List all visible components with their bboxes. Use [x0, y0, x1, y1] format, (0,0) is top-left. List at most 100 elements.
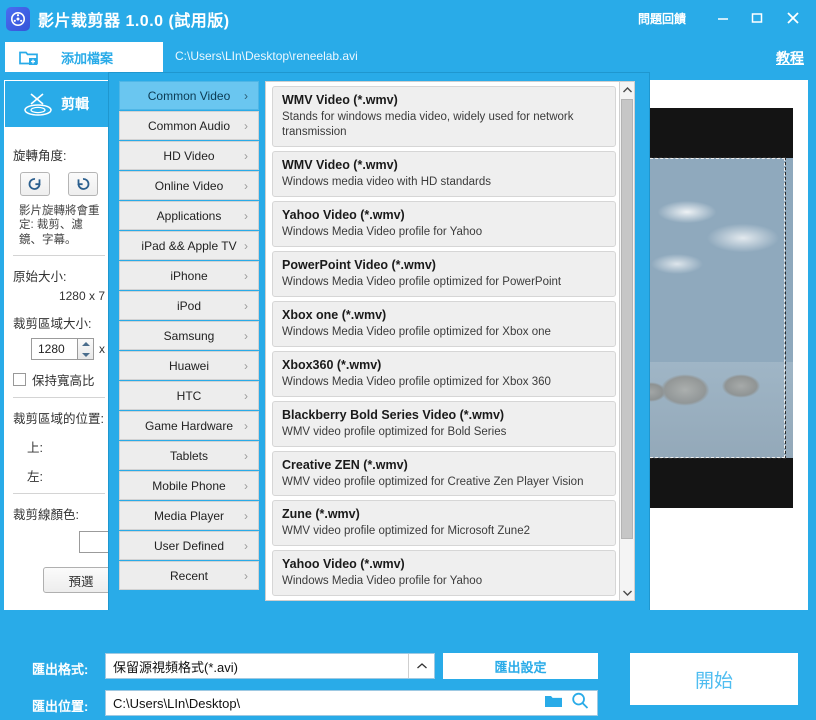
application-window: 影片裁剪器 1.0.0 (試用版) 問題回饋 添加檔案 C:\Users\LIn… — [0, 0, 816, 720]
format-item-title: Xbox one (*.wmv) — [282, 307, 387, 322]
format-item-description: Windows Media Video profile optimized fo… — [282, 375, 551, 388]
format-item-title: PowerPoint Video (*.wmv) — [282, 257, 436, 272]
magnifier-icon[interactable] — [571, 692, 589, 715]
maximize-icon[interactable] — [744, 6, 770, 30]
format-item-title: Blackberry Bold Series Video (*.wmv) — [282, 407, 505, 422]
format-category-item[interactable]: HTC › — [119, 381, 259, 410]
location-actions — [544, 692, 589, 715]
current-file-path: C:\Users\LIn\Desktop\reneelab.avi — [175, 49, 358, 63]
spin-down-icon[interactable] — [78, 349, 93, 359]
chevron-right-icon: › — [244, 388, 248, 403]
export-location-input[interactable]: C:\Users\LIn\Desktop\ — [105, 690, 598, 716]
format-category-label: Samsung — [163, 328, 215, 343]
format-category-label: iPad && Apple TV — [141, 238, 237, 253]
chevron-right-icon: › — [244, 538, 248, 553]
divider — [13, 493, 105, 495]
chevron-right-icon: › — [244, 238, 248, 253]
crop-selection-rectangle[interactable] — [645, 157, 786, 459]
chevron-right-icon: › — [244, 208, 248, 223]
format-category-item[interactable]: HD Video › — [119, 141, 259, 170]
format-list-item[interactable]: Xbox one (*.wmv) Windows Media Video prof… — [272, 300, 616, 347]
rotate-angle-label: 旋轉角度: — [13, 149, 67, 163]
format-category-item[interactable]: Huawei › — [119, 351, 259, 380]
format-list-item[interactable]: Blackberry Bold Series Video (*.wmv) WMV … — [272, 400, 616, 447]
close-icon[interactable] — [780, 6, 806, 30]
format-item-description: Windows media video with HD standards — [282, 175, 492, 188]
tutorial-link[interactable]: 教程 — [776, 48, 804, 68]
crop-size-label: 裁剪區域大小: — [13, 317, 92, 332]
export-format-value: 保留源視頻格式(*.avi) — [113, 659, 238, 675]
export-settings-button[interactable]: 匯出設定 — [443, 653, 598, 679]
format-category-item[interactable]: iPhone › — [119, 261, 259, 290]
film-reel-icon — [6, 7, 30, 31]
format-category-item[interactable]: Recent › — [119, 561, 259, 590]
export-location-value: C:\Users\LIn\Desktop\ — [113, 695, 241, 711]
crop-position-label: 裁剪區域的位置: — [13, 412, 104, 427]
format-item-title: Creative ZEN (*.wmv) — [282, 457, 408, 472]
spin-up-icon[interactable] — [78, 339, 93, 349]
format-list-item[interactable]: WMV Video (*.wmv) Windows media video wit… — [272, 150, 616, 197]
format-category-label: Recent — [169, 568, 209, 583]
format-category-label: Online Video — [154, 178, 224, 193]
format-category-item[interactable]: Online Video › — [119, 171, 259, 200]
format-category-label: Common Audio — [147, 118, 231, 133]
chevron-right-icon: › — [244, 118, 248, 133]
crop-size-separator: x — [99, 342, 105, 357]
format-list-item[interactable]: WMV Video (*.wmv) Stands for windows medi… — [272, 86, 616, 147]
format-category-item[interactable]: Tablets › — [119, 441, 259, 470]
chevron-up-icon[interactable] — [408, 654, 434, 678]
rotate-counterclockwise-icon[interactable] — [68, 172, 98, 196]
format-category-label: iPhone — [170, 268, 208, 283]
checkbox-box[interactable] — [13, 373, 26, 387]
format-list-item[interactable]: Creative ZEN (*.wmv) WMV video profile op… — [272, 450, 616, 497]
format-category-item[interactable]: iPad && Apple TV › — [119, 231, 259, 260]
format-category-item[interactable]: Media Player › — [119, 501, 259, 530]
format-item-description: WMV video profile optimized for Bold Ser… — [282, 425, 507, 438]
crop-top-label: 上: — [27, 441, 43, 456]
keep-aspect-ratio-checkbox[interactable]: 保持寬高比 — [13, 370, 105, 389]
format-list-item[interactable]: Yahoo Video (*.wmv) Windows Media Video p… — [272, 200, 616, 247]
format-category-item[interactable]: Common Audio › — [119, 111, 259, 140]
chevron-down-icon[interactable] — [620, 585, 634, 600]
chevron-up-icon[interactable] — [620, 82, 634, 97]
format-category-item[interactable]: Game Hardware › — [119, 411, 259, 440]
format-list-item[interactable]: Zune (*.wmv) WMV video profile optimized … — [272, 500, 616, 547]
divider — [13, 397, 105, 399]
format-category-item[interactable]: iPod › — [119, 291, 259, 320]
feedback-link[interactable]: 問題回饋 — [638, 10, 686, 27]
crop-width-spin-buttons[interactable] — [78, 338, 94, 361]
format-item-description: WMV video profile optimized for Creative… — [282, 475, 584, 488]
add-file-button[interactable]: 添加檔案 — [5, 42, 163, 72]
scissors-icon — [21, 90, 55, 118]
original-size-value: 1280 x 7 — [58, 289, 105, 304]
format-item-description: Windows Media Video profile for Yahoo — [282, 575, 483, 588]
minimize-icon[interactable] — [710, 6, 736, 30]
format-category-item[interactable]: User Defined › — [119, 531, 259, 560]
format-category-item[interactable]: Common Video › — [119, 81, 259, 110]
chevron-right-icon: › — [244, 448, 248, 463]
format-list-item[interactable]: PowerPoint Video (*.wmv) Windows Media Vi… — [272, 250, 616, 297]
format-category-item[interactable]: Samsung › — [119, 321, 259, 350]
format-category-label: Tablets — [169, 448, 209, 463]
scrollbar-thumb[interactable] — [621, 99, 633, 539]
format-item-description: Windows Media Video profile for Yahoo — [282, 225, 483, 238]
rotate-clockwise-icon[interactable] — [20, 172, 50, 196]
format-list-item[interactable]: Yahoo Video (*.wmv) Windows Media Video p… — [272, 550, 616, 597]
page-title: 影片裁剪器 1.0.0 (試用版) — [38, 13, 230, 30]
format-category-label: HTC — [176, 388, 202, 403]
format-category-item[interactable]: Applications › — [119, 201, 259, 230]
crop-width-stepper[interactable]: 1280 x — [13, 338, 105, 361]
crop-width-value[interactable]: 1280 — [31, 338, 79, 361]
format-item-title: Yahoo Video (*.wmv) — [282, 557, 405, 572]
title-bar: 影片裁剪器 1.0.0 (試用版) 問題回饋 — [0, 0, 816, 38]
start-button[interactable]: 開始 — [630, 653, 798, 705]
export-location-label: 匯出位置: — [32, 699, 89, 714]
chevron-right-icon: › — [244, 508, 248, 523]
folder-icon[interactable] — [544, 693, 563, 713]
export-format-select[interactable]: 保留源視頻格式(*.avi) — [105, 653, 435, 679]
format-list-scrollbar[interactable] — [619, 81, 635, 601]
format-category-item[interactable]: Mobile Phone › — [119, 471, 259, 500]
format-list-item[interactable]: Xbox360 (*.wmv) Windows Media Video profi… — [272, 350, 616, 397]
format-item-description: Stands for windows media video, widely u… — [282, 111, 574, 138]
crop-line-color-label: 裁剪線顏色: — [13, 508, 79, 523]
